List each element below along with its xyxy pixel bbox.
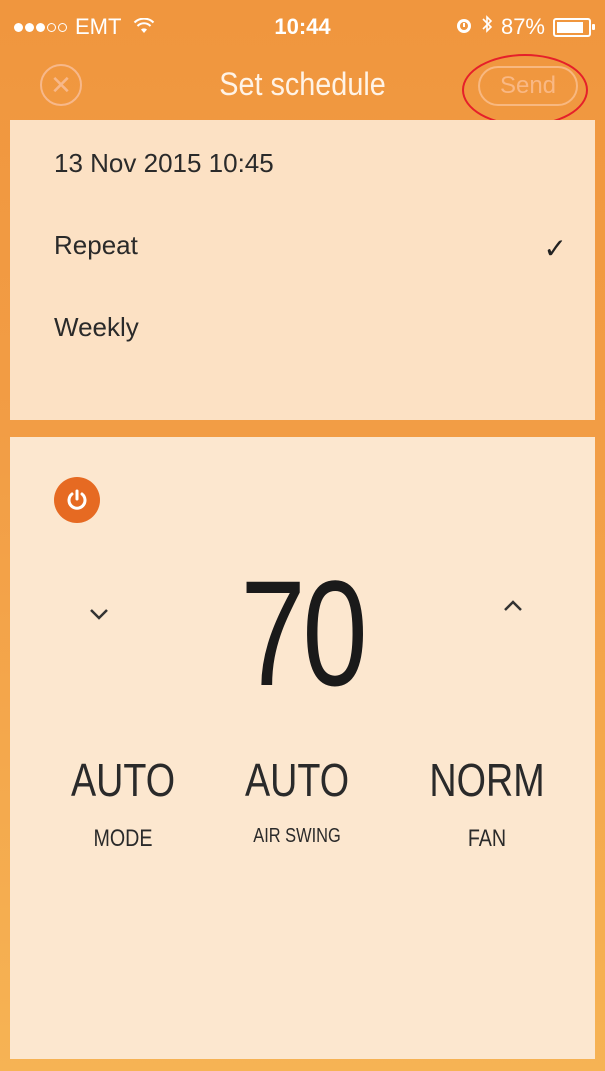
fan-label: FAN [467, 825, 507, 852]
air-swing-setting[interactable]: AUTO AIR SWING [212, 753, 382, 848]
temperature-value: 70 [240, 549, 368, 717]
schedule-datetime[interactable]: 13 Nov 2015 10:45 [54, 148, 274, 179]
schedule-card: 13 Nov 2015 10:45 Repeat ✓ Weekly [10, 120, 595, 420]
controls-card: 70 AUTO MODE AUTO AIR SWING NORM FAN [10, 437, 595, 1059]
mode-value: AUTO [70, 754, 176, 806]
fan-value: NORM [429, 754, 545, 806]
mode-setting[interactable]: AUTO MODE [38, 753, 208, 853]
battery-fill [557, 21, 584, 33]
air-swing-label: AIR SWING [253, 825, 341, 847]
send-highlight-ring [462, 54, 588, 126]
battery-percent: 87% [500, 14, 545, 39]
status-bar: EMT 10:44 87% [0, 0, 605, 54]
power-icon [67, 489, 87, 510]
temperature-up-button[interactable] [502, 587, 524, 621]
app-screen: EMT 10:44 87% ✕ Set schedule Send 13 Nov… [0, 0, 605, 1071]
fan-setting[interactable]: NORM FAN [402, 753, 572, 853]
mode-label: MODE [93, 825, 153, 852]
chevron-up-icon [504, 600, 522, 611]
repeat-label[interactable]: Repeat [54, 230, 138, 261]
checkmark-icon[interactable]: ✓ [544, 232, 567, 265]
bluetooth-icon [481, 14, 493, 40]
power-button[interactable] [54, 477, 100, 523]
alarm-icon [455, 14, 473, 40]
battery-icon [553, 17, 595, 37]
air-swing-value: AUTO [244, 754, 350, 806]
status-right: 87% [455, 14, 595, 40]
repeat-frequency[interactable]: Weekly [54, 312, 139, 343]
